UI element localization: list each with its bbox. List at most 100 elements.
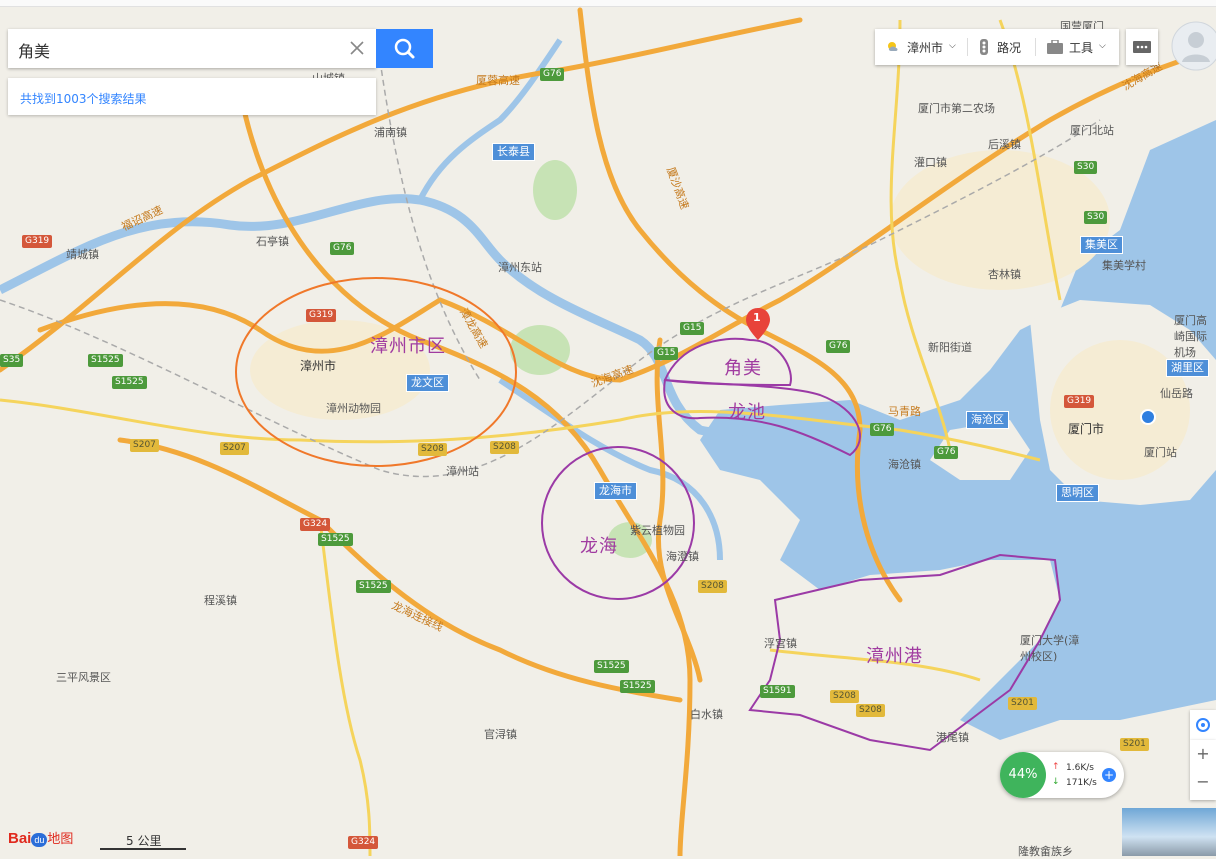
result-count-text[interactable]: 共找到1003个搜索结果 [20,90,147,107]
highway-shield: G15 [680,322,705,335]
network-percent: 44% [1000,752,1046,798]
scale-bar: 5 公里 [100,832,186,850]
highway-shield: S208 [698,580,727,593]
logo-text: 地图 [47,832,74,847]
district-longwen[interactable]: 龙文区 [406,374,449,392]
highway-shield: G76 [826,340,851,353]
highway-shield: S1525 [594,660,629,673]
search-input[interactable]: 角美 [18,38,50,62]
label-zz-station: 漳州站 [446,465,479,478]
plus-icon[interactable]: + [1102,768,1116,782]
highway-shield: S30 [1074,161,1098,174]
district-jimei[interactable]: 集美区 [1080,236,1123,254]
highway-shield: S207 [130,439,159,452]
highway-shield: S208 [830,690,859,703]
label-longhai-town: 隆教畲族乡 [1018,845,1073,858]
map-canvas[interactable] [0,0,1216,856]
message-button[interactable] [1126,29,1158,65]
tools-button[interactable]: 工具 [1069,39,1093,56]
highway-shield: S1525 [88,354,123,367]
chat-icon [1133,41,1151,53]
avatar[interactable] [1170,20,1216,72]
label-xm-farm: 厦门市第二农场 [918,102,995,115]
label-xm-station: 厦门站 [1144,446,1177,459]
traffic-button[interactable]: 路况 [997,39,1021,56]
marker-number[interactable]: 1 [753,311,761,324]
district-changtai[interactable]: 长泰县 [492,143,535,161]
highway-shield: G324 [300,518,331,531]
label-xinglin: 杏林镇 [988,268,1021,281]
search-box[interactable]: 角美 [8,29,376,68]
toolbar-divider [967,38,968,56]
label-jimei-school: 集美学村 [1102,259,1146,272]
label-maqing-road: 马青路 [888,405,921,418]
highway-shield: S1525 [318,533,353,546]
label-shiting: 石亭镇 [256,235,289,248]
highway-shield: G319 [1064,395,1095,408]
label-ziyun: 紫云植物园 [630,524,685,537]
highway-shield: G324 [348,836,379,849]
highway-shield: S208 [418,443,447,456]
highway-shield: G319 [22,235,53,248]
search-icon [394,38,415,59]
label-haicang-town: 海沧镇 [888,458,921,471]
label-guanxun: 官浔镇 [484,728,517,741]
zoom-in-button[interactable]: + [1190,740,1216,768]
label-zz-east: 漳州东站 [498,261,542,274]
locate-icon [1196,718,1210,732]
label-chengxi: 程溪镇 [204,594,237,607]
upload-speed: 1.6K/s [1066,763,1094,773]
road-label: 厦蓉高速 [476,74,520,87]
label-gangwei: 港尾镇 [936,731,969,744]
map-toolbar: 漳州市 ⌵ 路况 工具 ⌵ [875,29,1119,65]
annotation-jiaomei: 角美 [724,358,762,379]
district-haicang[interactable]: 海沧区 [966,411,1009,429]
chevron-down-icon[interactable]: ⌵ [949,41,956,51]
annotation-zhangzhou-urban: 漳州市区 [370,336,446,357]
label-xmu: 厦门大学(漳州校区) [1020,634,1080,663]
district-longhai[interactable]: 龙海市 [594,482,637,500]
street-view-thumbnail[interactable] [1122,808,1216,856]
highway-shield: G15 [654,347,679,360]
district-huli[interactable]: 湖里区 [1166,359,1209,377]
highway-shield: G76 [870,423,895,436]
highway-shield: G76 [330,242,355,255]
location-dot [1140,409,1156,425]
label-zoo: 漳州动物园 [326,402,381,415]
toolbar-divider [1035,38,1036,56]
highway-shield: S1525 [356,580,391,593]
weather-icon [888,42,898,51]
label-fugong: 浮宫镇 [764,637,797,650]
label-xiamen-city: 厦门市 [1068,422,1105,436]
scale-line [100,848,186,850]
zoom-control: + − [1190,740,1216,800]
label-baishui: 白水镇 [690,708,723,721]
scale-label: 5 公里 [126,834,162,848]
label-houxi: 后溪镇 [988,138,1021,151]
district-siming[interactable]: 思明区 [1056,484,1099,502]
traffic-light-icon [980,39,988,55]
highway-shield: S30 [1084,211,1108,224]
locate-button[interactable] [1190,710,1216,740]
network-speed-widget[interactable]: 44% ↑ 1.6K/s ↓ 171K/s + [1000,752,1124,798]
highway-shield: S208 [856,704,885,717]
label-haicheng: 海澄镇 [666,550,699,563]
city-selector[interactable]: 漳州市 [907,39,943,56]
download-speed: 171K/s [1066,778,1097,788]
label-zhangzhou-city: 漳州市 [300,359,337,373]
highway-shield: S201 [1008,697,1037,710]
annotation-longchi: 龙池 [728,402,766,423]
toolbox-icon [1047,40,1063,54]
search-button[interactable] [376,29,433,68]
label-sanping: 三平风景区 [56,671,111,684]
label-xm-airport: 厦门高崎国际机场 [1174,314,1207,359]
clear-icon[interactable] [346,37,368,59]
zoom-out-button[interactable]: − [1190,768,1216,796]
highway-shield: G319 [306,309,337,322]
label-xianyue: 仙岳路 [1160,387,1193,400]
annotation-longhai: 龙海 [580,536,618,557]
chevron-down-icon[interactable]: ⌵ [1099,41,1106,51]
highway-shield: S1525 [620,680,655,693]
result-summary[interactable]: 共找到1003个搜索结果 [8,78,376,115]
highway-shield: S35 [0,354,24,367]
